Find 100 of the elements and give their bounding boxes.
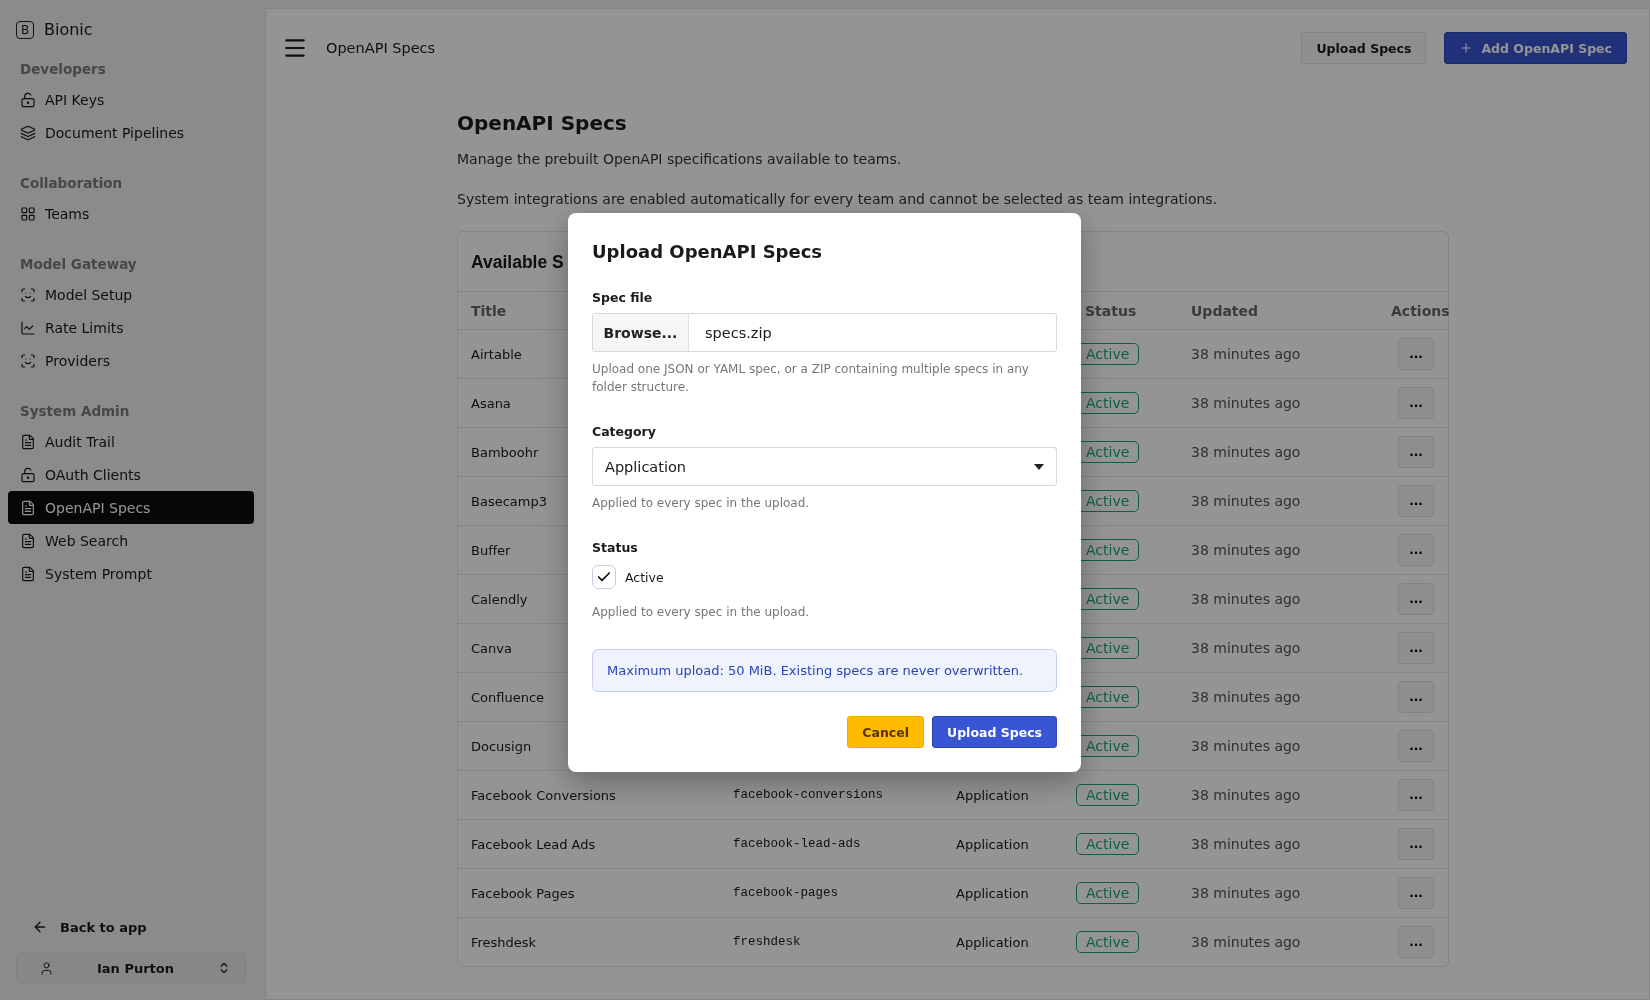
table-cell-text: 38 minutes ago [1190,689,1302,705]
nav-icon [20,205,36,222]
table-cell: Airtable [471,346,522,362]
sidebar-section-title: Developers [19,60,107,79]
caret-icon [1034,463,1044,470]
actions-button[interactable]: ... [1398,583,1434,615]
field-label: Spec file [592,290,654,305]
arrow-left-icon [32,919,48,935]
page-title: OpenAPI Specs [326,40,437,56]
table-cell-text: facebook-conversions [732,788,885,802]
file-input[interactable]: Browse... specs.zip [592,313,1057,352]
actions-button[interactable]: ... [1398,926,1434,958]
field-hint: Applied to every spec in the upload. [592,604,811,621]
table-cell: Facebook Pages [471,885,575,901]
actions-button[interactable]: ... [1398,338,1434,370]
table-cell-text: 38 minutes ago [1190,493,1302,509]
card-title: Available S [471,252,564,273]
sidebar-item[interactable]: Rate Limits [8,311,254,344]
table-cell-text: 38 minutes ago [1190,591,1302,607]
sidebar-item[interactable]: Web Search [8,524,254,557]
sidebar-section-title: System Admin [19,402,131,421]
column-header: Updated [1190,302,1260,319]
nav-icon [20,91,36,108]
column-header: Title [470,302,508,319]
table-cell: Application [956,836,1029,852]
actions-button[interactable]: ... [1398,877,1434,909]
table-cell: Application [956,787,1029,803]
table-cell: Confluence [471,689,545,705]
field-hint: Upload one JSON or YAML spec, or a ZIP containing multiple specs in any folder structure. [592,361,1030,396]
nav-icon [20,124,36,141]
table-cell-text: 38 minutes ago [1190,885,1302,901]
actions-button[interactable]: ... [1398,387,1434,419]
table-cell: Facebook Conversions [471,787,616,803]
actions-button[interactable]: ... [1398,436,1434,468]
actions-button[interactable]: ... [1398,730,1434,762]
sidebar-item[interactable]: System Prompt [8,557,254,590]
status-badge: Active [1076,882,1140,904]
actions-button[interactable]: ... [1398,681,1434,713]
back-link[interactable]: Back to app [8,912,254,942]
sidebar-item[interactable]: Providers [8,344,254,377]
sidebar-item[interactable]: Audit Trail [8,425,254,458]
field-label: Category [592,424,657,439]
upload-button[interactable]: Upload Specs [1301,32,1427,64]
table-cell-text: 38 minutes ago [1190,444,1302,460]
table-cell: Application [956,934,1029,950]
status-badge: Active [1076,931,1140,953]
status-badge: Active [1076,833,1140,855]
nav-icon [20,286,36,303]
table-cell-text: 38 minutes ago [1190,738,1302,754]
sidebar-item[interactable]: OpenAPI Specs [8,491,254,524]
nav-icon [20,532,36,549]
dialog-title: Upload OpenAPI Specs [592,241,824,262]
table-cell: Facebook Lead Ads [471,836,596,852]
actions-button[interactable]: ... [1398,779,1434,811]
sidebar-item[interactable]: OAuth Clients [8,458,254,491]
column-header: Status [1084,302,1138,319]
table-cell: Basecamp3 [471,493,547,509]
field-label: Status [592,540,639,555]
upload-button[interactable]: Upload Specs [932,716,1057,748]
actions-button[interactable]: ... [1398,828,1434,860]
cancel-button[interactable]: Cancel [847,716,924,748]
table-cell: Buffer [471,542,511,558]
add-spec-button[interactable]: Add OpenAPI Spec [1444,32,1627,64]
category-select[interactable]: Application [592,447,1057,486]
checkbox[interactable] [592,565,616,589]
table-cell-text: facebook-pages [732,886,840,900]
table-cell-text: 38 minutes ago [1190,787,1302,803]
note: System integrations are enabled automatically for every team and cannot be selected as team integrations. [457,191,1219,207]
file-name: specs.zip [704,323,772,343]
user-switcher[interactable]: Ian Purton [16,952,246,984]
actions-button[interactable]: ... [1398,534,1434,566]
user-icon [39,960,54,976]
nav-icon [20,433,36,450]
table-cell: Freshdesk [471,934,537,950]
sidebar-item[interactable]: Document Pipelines [8,116,254,149]
table-cell-text: facebook-lead-ads [732,837,862,851]
table-cell-text: 38 minutes ago [1190,934,1302,950]
browse-button[interactable]: Browse... [593,314,689,351]
sidebar-section-title: Collaboration [19,174,124,193]
actions-button[interactable]: ... [1398,632,1434,664]
info-alert: Maximum upload: 50 MiB. Existing specs are never overwritten. [592,649,1057,692]
description: Manage the prebuilt OpenAPI specifications available to teams. [457,151,903,167]
nav-icon [20,565,36,582]
table-cell: Canva [471,640,512,656]
status-badge: Active [1076,784,1140,806]
brand-name: Bionic [44,20,93,39]
table-cell: Bamboohr [471,444,539,460]
sidebar-item[interactable]: Model Setup [8,278,254,311]
table-cell: Calendly [471,591,528,607]
table-cell: Application [956,885,1029,901]
table-cell: Asana [471,395,511,411]
nav-icon [20,352,36,369]
table-cell: Docusign [471,738,532,754]
table-cell-text: 38 minutes ago [1190,395,1302,411]
column-header: Actions [1390,302,1448,319]
actions-button[interactable]: ... [1398,485,1434,517]
sidebar-item[interactable]: Teams [8,197,254,230]
table-cell-text: 38 minutes ago [1190,640,1302,656]
sidebar-item[interactable]: API Keys [8,83,254,116]
heading: OpenAPI Specs [457,111,628,135]
